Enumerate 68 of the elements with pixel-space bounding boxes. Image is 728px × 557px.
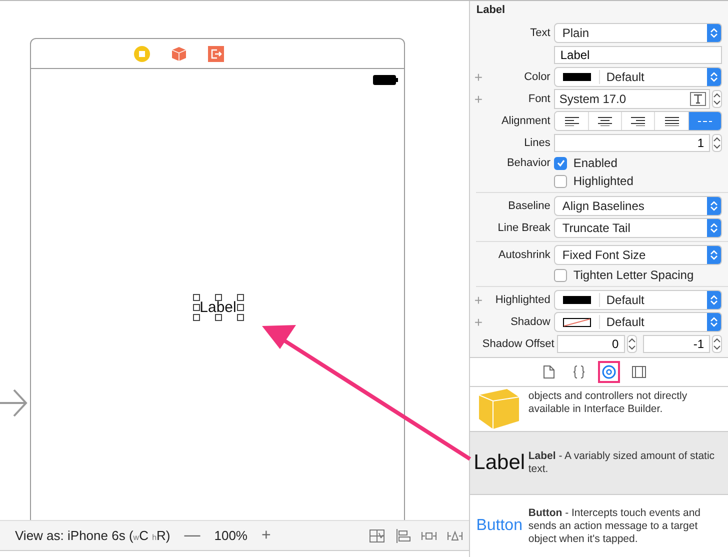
zoom-level: 100% bbox=[214, 528, 248, 543]
item-description: objects and controllers not directly available in Interface Builder. bbox=[528, 390, 688, 416]
alignment-segmented-control[interactable] bbox=[554, 111, 722, 131]
align-icon[interactable] bbox=[395, 528, 412, 542]
stepper[interactable] bbox=[626, 335, 637, 353]
zoom-out-button[interactable]: — bbox=[184, 526, 200, 544]
field-label: Color bbox=[524, 71, 550, 83]
number-field[interactable]: -1 bbox=[642, 335, 710, 353]
text-align-icon bbox=[664, 116, 678, 126]
resolve-icon[interactable] bbox=[447, 528, 464, 542]
checkbox[interactable]: Tighten Letter Spacing bbox=[554, 268, 722, 282]
field-label: Highlighted bbox=[495, 294, 550, 306]
target-circle-icon bbox=[602, 365, 616, 379]
inspector-title: Label bbox=[475, 4, 506, 16]
battery-icon bbox=[373, 75, 398, 85]
stepper[interactable] bbox=[712, 90, 722, 108]
color-popup-button[interactable]: Default bbox=[554, 312, 722, 332]
stepper[interactable] bbox=[712, 335, 722, 353]
entry-arrow-icon bbox=[0, 388, 28, 418]
exit-icon[interactable] bbox=[208, 46, 224, 62]
field-label: Font bbox=[528, 93, 550, 105]
cube-icon bbox=[477, 389, 522, 429]
color-popup-button[interactable]: Default bbox=[554, 67, 722, 87]
number-field[interactable]: 1 bbox=[554, 134, 710, 152]
text-align-icon bbox=[631, 116, 646, 126]
item-description: Label - A variably sized amount of static text. bbox=[528, 450, 716, 476]
chevron-updown-icon bbox=[707, 197, 721, 215]
field-label: Lines bbox=[524, 137, 550, 149]
cube-icon[interactable] bbox=[170, 46, 186, 62]
stepper[interactable] bbox=[712, 134, 722, 152]
chevron-updown-icon bbox=[707, 246, 721, 264]
no-color-swatch bbox=[563, 318, 592, 326]
library-tab[interactable] bbox=[598, 361, 620, 383]
field-label: Shadow Offset bbox=[482, 338, 554, 350]
film-strip-icon bbox=[632, 366, 646, 378]
chevron-updown-icon bbox=[707, 24, 721, 42]
field-label: Autoshrink bbox=[498, 249, 550, 261]
zoom-in-button[interactable]: + bbox=[261, 526, 271, 544]
popup-button[interactable]: Plain bbox=[554, 23, 722, 43]
color-popup-button[interactable]: Default bbox=[554, 290, 722, 310]
font-picker-icon[interactable] bbox=[690, 92, 706, 106]
popup-button[interactable]: Fixed Font Size bbox=[554, 245, 722, 265]
braces-icon bbox=[573, 365, 586, 379]
library-item[interactable]: objects and controllers not directly available in Interface Builder. bbox=[470, 387, 728, 432]
chevron-updown-icon bbox=[707, 313, 721, 331]
field-label: Shadow bbox=[510, 316, 550, 328]
text-align-icon bbox=[564, 116, 579, 126]
checkbox[interactable]: Highlighted bbox=[554, 174, 722, 188]
field-label: Text bbox=[530, 27, 550, 39]
popup-button[interactable]: Align Baselines bbox=[554, 196, 722, 216]
field-label: Behavior bbox=[506, 157, 550, 169]
chevron-updown-icon bbox=[707, 68, 721, 86]
checkbox[interactable]: Enabled bbox=[554, 156, 722, 170]
number-field[interactable]: 0 bbox=[557, 335, 625, 353]
item-description: Button - Intercepts touch events and sends an action message to a target object when it's tapped. bbox=[528, 506, 702, 546]
chevron-updown-icon bbox=[707, 291, 721, 309]
button-preview: Button bbox=[476, 517, 522, 535]
file-icon bbox=[543, 365, 556, 379]
embed-icon[interactable] bbox=[369, 528, 386, 542]
label-preview: Label bbox=[474, 451, 526, 475]
chevron-updown-icon bbox=[707, 219, 721, 237]
popup-button[interactable]: Truncate Tail bbox=[554, 218, 722, 238]
field-label: Alignment bbox=[501, 115, 550, 127]
field-label: Line Break bbox=[498, 222, 550, 234]
font-field[interactable]: System 17.0 bbox=[554, 89, 710, 109]
field-label: Baseline bbox=[508, 200, 550, 212]
text-field[interactable]: Label bbox=[554, 46, 722, 64]
text-align-icon bbox=[598, 116, 612, 126]
